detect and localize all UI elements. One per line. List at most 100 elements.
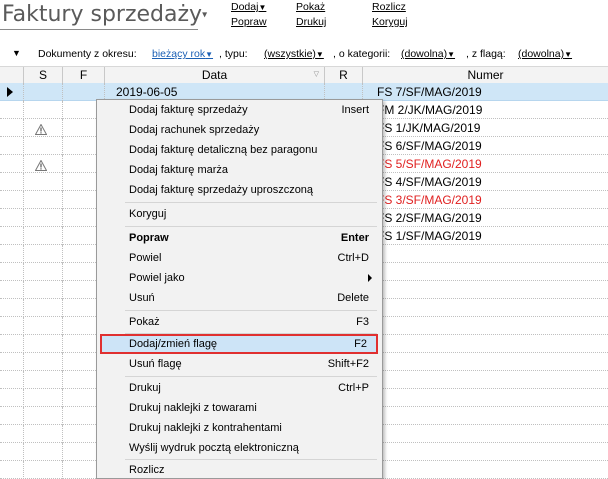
menu-item-add-simplified-invoice[interactable]: Dodaj fakturę sprzedaży uproszczoną — [97, 180, 382, 200]
cell-s — [24, 281, 63, 299]
menu-separator — [125, 310, 377, 311]
cell-numer: FM 2/JK/MAG/2019 — [377, 103, 483, 117]
row-indicator-cell — [0, 137, 24, 155]
menu-item-add-retail-invoice[interactable]: Dodaj fakturę detaliczną bez paragonu — [97, 140, 382, 160]
page-title[interactable]: Faktury sprzedaży▾ — [2, 2, 207, 27]
menu-item-print-product-labels[interactable]: Drukuj naklejki z towarami — [97, 398, 382, 418]
row-indicator-cell — [0, 227, 24, 245]
cell-numer — [363, 317, 608, 335]
cell-numer — [363, 263, 608, 281]
cell-s — [24, 101, 63, 119]
grid-header: S F Data ▽ R Numer — [0, 66, 608, 84]
cell-numer — [363, 353, 608, 371]
row-indicator-cell — [0, 389, 24, 407]
cell-numer — [363, 335, 608, 353]
flaga-label: , z flagą: — [466, 48, 506, 60]
menu-item-print-contractor-labels[interactable]: Drukuj naklejki z kontrahentami — [97, 418, 382, 438]
menu-item-delete[interactable]: Usuń Delete — [97, 288, 382, 308]
menu-item-show[interactable]: Pokaż F3 — [97, 312, 382, 332]
cell-s — [24, 317, 63, 335]
cell-s — [24, 155, 63, 173]
row-indicator-cell — [0, 245, 24, 263]
column-header-data[interactable]: Data ▽ — [105, 67, 325, 83]
kategoria-dropdown[interactable]: (dowolna)▼ — [401, 48, 455, 60]
row-indicator-cell — [0, 155, 24, 173]
column-header-numer[interactable]: Numer — [363, 67, 608, 83]
cell-numer: FS 4/SF/MAG/2019 — [377, 175, 482, 189]
menu-item-print[interactable]: Drukuj Ctrl+P — [97, 378, 382, 398]
cell-s — [24, 173, 63, 191]
menu-item-remove-flag[interactable]: Usuń flagę Shift+F2 — [97, 354, 382, 374]
row-indicator-cell — [0, 83, 24, 101]
menu-item-correct[interactable]: Koryguj — [97, 204, 382, 224]
column-header-f[interactable]: F — [63, 67, 105, 83]
cell-s — [24, 263, 63, 281]
cell-s — [24, 407, 63, 425]
cell-numer: FS 5/SF/MAG/2019 — [377, 157, 482, 171]
cell-numer: FS 3/SF/MAG/2019 — [377, 193, 482, 207]
warning-icon — [34, 122, 48, 137]
row-indicator-cell — [0, 461, 24, 479]
row-indicator-cell — [0, 335, 24, 353]
cell-numer: FS 1/JK/MAG/2019 — [377, 121, 481, 135]
title-underline — [0, 29, 198, 30]
show-link[interactable]: Pokaż — [296, 1, 325, 13]
cell-numer — [363, 281, 608, 299]
row-indicator-cell — [0, 425, 24, 443]
flaga-dropdown[interactable]: (dowolna)▼ — [518, 48, 572, 60]
row-indicator-cell — [0, 101, 24, 119]
cell-numer — [363, 245, 608, 263]
menu-item-duplicate[interactable]: Powiel Ctrl+D — [97, 248, 382, 268]
menu-item-edit[interactable]: Popraw Enter — [97, 228, 382, 248]
cell-s — [24, 389, 63, 407]
correct-link[interactable]: Koryguj — [372, 16, 408, 28]
menu-separator — [125, 226, 377, 227]
menu-item-duplicate-as[interactable]: Powiel jako — [97, 268, 382, 288]
menu-item-set-flag[interactable]: Dodaj/zmień flagę F2 — [100, 334, 378, 354]
edit-link[interactable]: Popraw — [231, 16, 267, 28]
row-indicator-cell — [0, 119, 24, 137]
row-indicator-cell — [0, 443, 24, 461]
okres-dropdown[interactable]: bieżący rok▼ — [152, 48, 213, 60]
cell-numer — [363, 461, 608, 479]
menu-item-add-margin-invoice[interactable]: Dodaj fakturę marża — [97, 160, 382, 180]
menu-separator — [125, 376, 377, 377]
cell-numer: FS 1/SF/MAG/2019 — [377, 229, 482, 243]
menu-item-add-invoice[interactable]: Dodaj fakturę sprzedaży Insert — [97, 100, 382, 120]
cell-numer: FS 6/SF/MAG/2019 — [377, 139, 482, 153]
sort-icon: ▽ — [313, 71, 319, 78]
cell-numer — [363, 389, 608, 407]
column-header-r[interactable]: R — [325, 67, 363, 83]
row-indicator-cell — [0, 317, 24, 335]
title-dropdown-icon[interactable]: ▾ — [202, 10, 207, 21]
collapse-icon[interactable]: ▼ — [12, 48, 21, 58]
cell-numer: FS 2/SF/MAG/2019 — [377, 211, 482, 225]
cell-s — [24, 425, 63, 443]
warning-icon — [34, 158, 48, 173]
submenu-arrow-icon — [368, 274, 372, 282]
cell-numer: FS 7/SF/MAG/2019 — [377, 85, 482, 99]
row-indicator-cell — [0, 353, 24, 371]
row-indicator-cell — [0, 209, 24, 227]
column-header-s[interactable]: S — [24, 67, 63, 83]
cell-numer — [363, 443, 608, 461]
menu-item-email-printout[interactable]: Wyślij wydruk pocztą elektroniczną — [97, 438, 382, 458]
current-row-icon — [7, 87, 13, 97]
cell-s — [24, 299, 63, 317]
cell-s — [24, 371, 63, 389]
typ-dropdown[interactable]: (wszystkie)▼ — [264, 48, 324, 60]
menu-item-settle[interactable]: Rozlicz — [97, 460, 382, 478]
cell-s — [24, 119, 63, 137]
cell-s — [24, 137, 63, 155]
header-indicator — [0, 67, 24, 83]
row-indicator-cell — [0, 191, 24, 209]
menu-separator — [125, 202, 377, 203]
filter-bar: ▼ Dokumenty z okresu: bieżący rok▼ , typ… — [0, 46, 608, 64]
okres-label: Dokumenty z okresu: — [38, 48, 137, 60]
add-link[interactable]: Dodaj▼ — [231, 1, 266, 13]
cell-numer — [363, 425, 608, 443]
cell-s — [24, 335, 63, 353]
settle-link[interactable]: Rozlicz — [372, 1, 406, 13]
menu-item-add-bill[interactable]: Dodaj rachunek sprzedaży — [97, 120, 382, 140]
print-link[interactable]: Drukuj — [296, 16, 326, 28]
